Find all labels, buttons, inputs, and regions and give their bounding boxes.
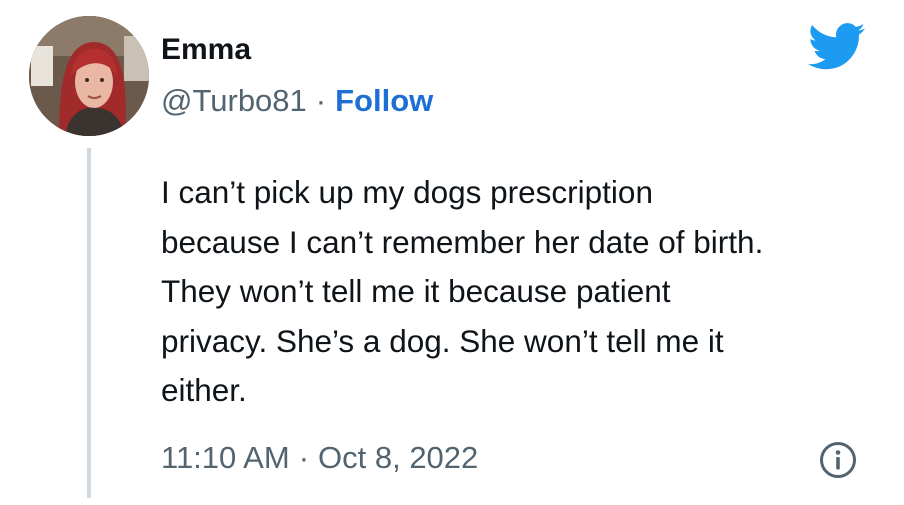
info-circle-icon[interactable] — [818, 440, 858, 480]
author-handle-row: @Turbo81 · Follow — [161, 80, 433, 122]
tweet-card: Emma @Turbo81 · Follow I can’t pick up my … — [0, 0, 904, 505]
tweet-timestamp-row[interactable]: 11:10 AM · Oct 8, 2022 — [161, 436, 478, 480]
author-display-name[interactable]: Emma — [161, 30, 251, 70]
tweet-time: 11:10 AM — [161, 440, 290, 475]
tweet-text-line: privacy. She’s a dog. She won’t tell me … — [161, 322, 724, 359]
timestamp-separator: · — [298, 440, 310, 475]
avatar-photo — [29, 16, 149, 136]
handle-separator: · — [315, 83, 327, 118]
avatar[interactable] — [29, 16, 149, 136]
thread-line — [87, 148, 91, 498]
tweet-text-line: because I can’t remember her date of bir… — [161, 223, 764, 260]
tweet-date: Oct 8, 2022 — [318, 440, 479, 475]
tweet-text-line: either. — [161, 372, 247, 408]
author-handle[interactable]: @Turbo81 — [161, 83, 307, 118]
twitter-bird-icon[interactable] — [808, 22, 866, 72]
tweet-text-line: They won’t tell me it because patient — [161, 273, 671, 309]
follow-button[interactable]: Follow — [335, 83, 433, 118]
tweet-text: I can’t pick up my dogs prescription bec… — [161, 168, 881, 416]
tweet-text-line: I can’t pick up my dogs prescription — [161, 174, 653, 210]
